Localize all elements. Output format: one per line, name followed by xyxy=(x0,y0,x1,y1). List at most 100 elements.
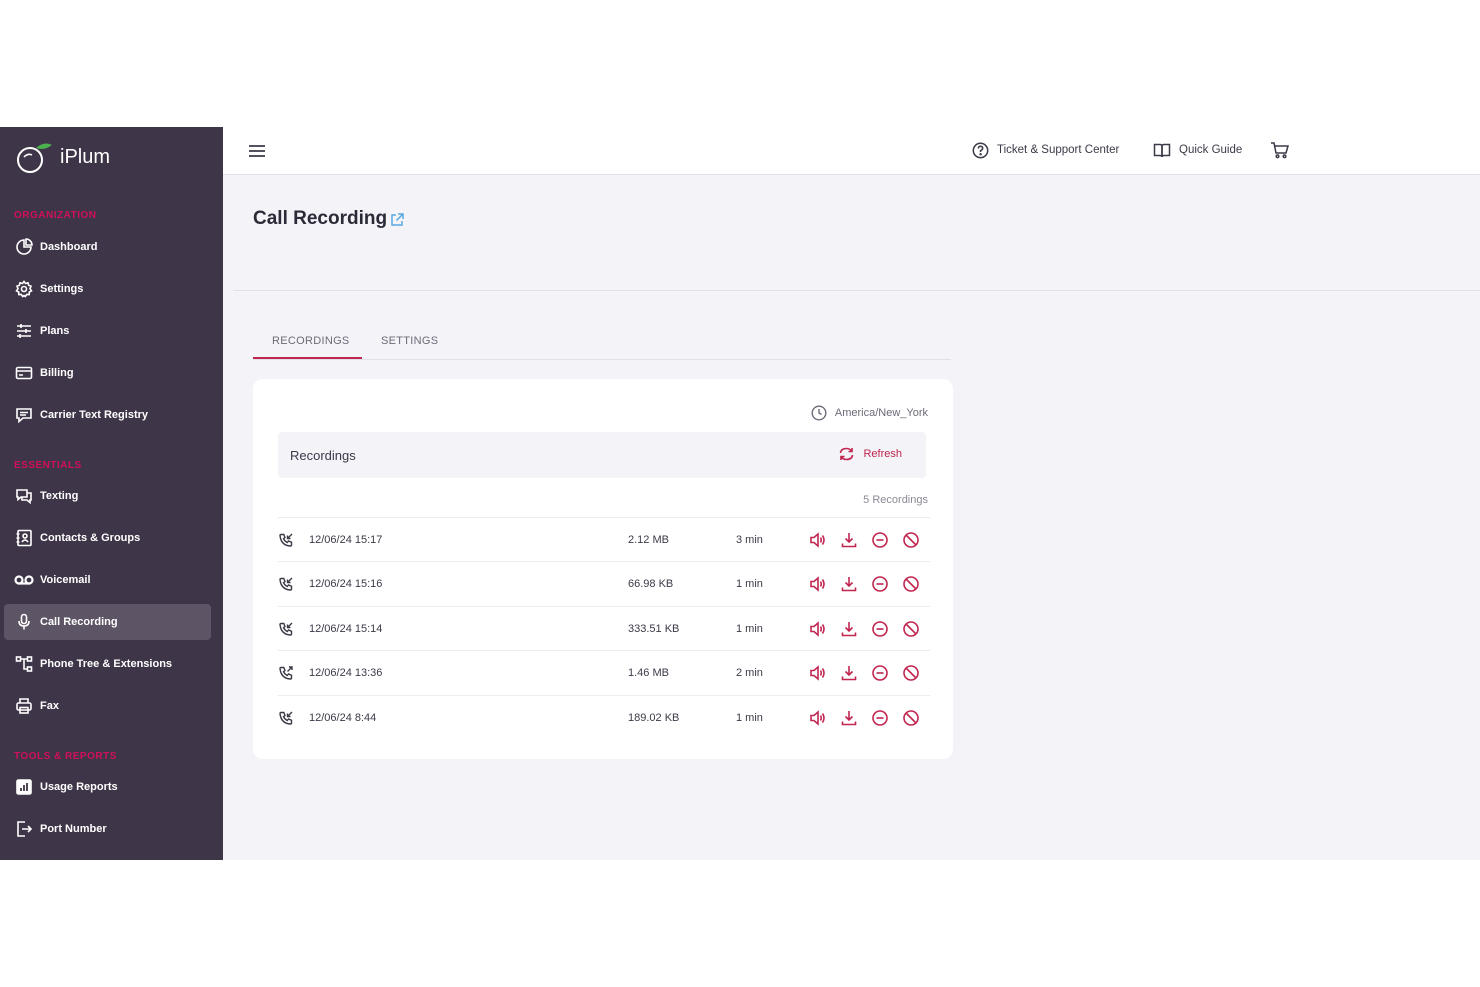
recording-size: 2.12 MB xyxy=(628,534,669,546)
recording-date: 12/06/24 13:36 xyxy=(309,667,383,680)
section-label-tools-reports: TOOLS & REPORTS xyxy=(14,751,117,762)
sidebar-item-label: Plans xyxy=(40,325,70,337)
sidebar-item-label: Call Recording xyxy=(40,616,118,628)
message-icon xyxy=(14,405,34,425)
download-button[interactable] xyxy=(839,574,859,594)
incoming-call-icon xyxy=(278,710,294,726)
bar-chart-icon xyxy=(14,777,34,797)
sidebar-item-billing[interactable]: Billing xyxy=(4,355,211,391)
download-icon xyxy=(841,666,857,681)
remove-button[interactable] xyxy=(870,708,890,728)
minus-circle-icon xyxy=(872,532,888,548)
incoming-call-icon xyxy=(278,532,294,548)
sidebar-item-usage-reports[interactable]: Usage Reports xyxy=(4,769,211,805)
quick-guide-label: Quick Guide xyxy=(1179,144,1243,156)
gear-icon xyxy=(14,279,34,299)
sidebar-item-settings[interactable]: Settings xyxy=(4,271,211,307)
header-divider xyxy=(233,290,1480,291)
play-audio-button[interactable] xyxy=(808,663,828,683)
sidebar-item-label: Texting xyxy=(40,490,79,502)
brand-logo[interactable]: iPlum xyxy=(14,139,110,175)
recordings-card: America/New_York Recordings Refresh 5 Re… xyxy=(253,379,953,759)
peach-logo-icon xyxy=(17,143,52,173)
printer-icon xyxy=(14,696,34,716)
sidebar-item-carrier-text-registry[interactable]: Carrier Text Registry xyxy=(4,397,211,433)
download-button[interactable] xyxy=(839,663,859,683)
shopping-cart-icon xyxy=(1271,142,1289,159)
minus-circle-icon xyxy=(872,620,888,637)
phone-tree-icon xyxy=(14,654,34,674)
block-button[interactable] xyxy=(901,708,921,728)
recording-duration: 3 min xyxy=(736,534,763,546)
speaker-icon xyxy=(810,709,825,726)
speaker-icon xyxy=(810,532,825,548)
refresh-icon xyxy=(840,447,854,461)
play-audio-button[interactable] xyxy=(808,708,828,728)
block-button[interactable] xyxy=(901,663,921,683)
sidebar-item-label: Phone Tree & Extensions xyxy=(40,658,173,670)
remove-button[interactable] xyxy=(870,530,890,550)
recording-size: 189.02 KB xyxy=(628,711,680,724)
sidebar-item-label: Voicemail xyxy=(40,574,91,586)
external-link-icon[interactable] xyxy=(389,212,405,228)
page-title: Call Recording xyxy=(253,208,388,229)
block-button[interactable] xyxy=(901,574,921,594)
block-button[interactable] xyxy=(901,619,921,639)
table-row: 12/06/24 8:44 189.02 KB 1 min xyxy=(278,694,930,740)
sidebar-item-texting[interactable]: Texting xyxy=(4,478,211,514)
sidebar-item-fax[interactable]: Fax xyxy=(4,688,211,724)
incoming-call-icon xyxy=(278,576,294,592)
sidebar-item-label: Billing xyxy=(40,367,74,379)
recording-size: 66.98 KB xyxy=(628,578,674,591)
sidebar-item-port-number[interactable]: Port Number xyxy=(4,811,211,847)
recording-duration: 2 min xyxy=(736,667,763,680)
timezone-label: America/New_York xyxy=(834,407,928,419)
tab-recordings[interactable]: RECORDINGS xyxy=(272,335,350,347)
tab-settings[interactable]: SETTINGS xyxy=(381,335,438,347)
hamburger-menu-icon[interactable] xyxy=(247,141,267,161)
sidebar-item-voicemail[interactable]: Voicemail xyxy=(4,562,211,598)
table-row: 12/06/24 15:17 2.12 MB 3 min xyxy=(278,517,930,562)
table-row: 12/06/24 15:14 333.51 KB 1 min xyxy=(278,605,930,651)
play-audio-button[interactable] xyxy=(808,619,828,639)
download-button[interactable] xyxy=(839,530,859,550)
refresh-button[interactable]: Refresh xyxy=(838,446,902,462)
active-tab-indicator xyxy=(253,357,362,359)
speaker-icon xyxy=(810,621,825,637)
speaker-icon xyxy=(810,576,825,593)
sidebar-item-call-recording[interactable]: Call Recording xyxy=(4,604,211,640)
play-audio-button[interactable] xyxy=(808,574,828,594)
voicemail-icon xyxy=(14,570,34,590)
section-label-essentials: ESSENTIALS xyxy=(14,460,82,471)
sidebar-item-label: Usage Reports xyxy=(40,781,118,793)
speaker-icon xyxy=(810,665,825,681)
download-button[interactable] xyxy=(839,619,859,639)
remove-button[interactable] xyxy=(870,619,890,639)
play-audio-button[interactable] xyxy=(808,530,828,550)
remove-button[interactable] xyxy=(870,574,890,594)
credit-card-icon xyxy=(14,363,34,383)
recording-duration: 1 min xyxy=(736,711,763,724)
sidebar-item-plans[interactable]: Plans xyxy=(4,313,211,349)
remove-button[interactable] xyxy=(870,663,890,683)
incoming-call-icon xyxy=(278,621,294,637)
download-button[interactable] xyxy=(839,708,859,728)
table-row: 12/06/24 15:16 66.98 KB 1 min xyxy=(278,561,930,606)
block-icon xyxy=(903,709,919,726)
cart-button[interactable] xyxy=(1270,139,1298,161)
recordings-header-bar: Recordings Refresh xyxy=(278,432,926,478)
sidebar-item-dashboard[interactable]: Dashboard xyxy=(4,229,211,265)
block-button[interactable] xyxy=(901,530,921,550)
sidebar-item-label: Fax xyxy=(40,700,59,712)
block-icon xyxy=(903,532,919,548)
quick-guide-link[interactable]: Quick Guide xyxy=(1153,139,1242,161)
sliders-icon xyxy=(14,321,34,341)
sidebar: iPlum ORGANIZATION Dashboard Settings Pl… xyxy=(0,127,223,860)
sidebar-item-phone-tree-extensions[interactable]: Phone Tree & Extensions xyxy=(4,646,211,682)
table-row: 12/06/24 13:36 1.46 MB 2 min xyxy=(278,650,930,695)
sidebar-item-contacts-groups[interactable]: Contacts & Groups xyxy=(4,520,211,556)
timezone-indicator: America/New_York xyxy=(811,405,928,421)
ticket-support-link[interactable]: Ticket & Support Center xyxy=(972,139,1119,161)
app-window: iPlum ORGANIZATION Dashboard Settings Pl… xyxy=(0,127,1480,860)
sidebar-item-label: Carrier Text Registry xyxy=(40,409,149,421)
